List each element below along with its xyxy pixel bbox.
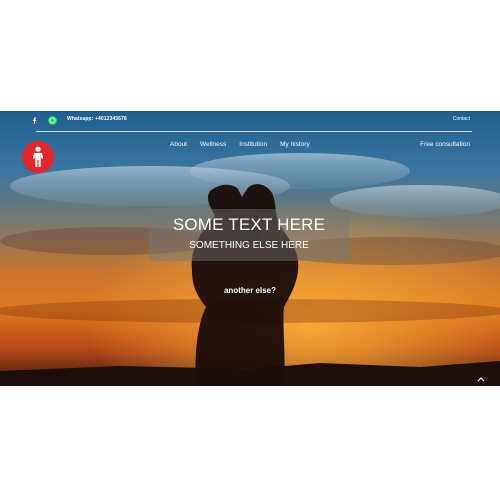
hero-section: Whatsapp: +4012345678 Contact About Well… bbox=[0, 111, 500, 386]
hero-subheadline: SOMETHING ELSE HERE bbox=[189, 240, 309, 251]
nav-about[interactable]: About bbox=[170, 141, 187, 151]
top-bar: Whatsapp: +4012345678 Contact bbox=[0, 111, 500, 133]
whatsapp-icon[interactable] bbox=[48, 116, 57, 125]
facebook-icon[interactable] bbox=[30, 116, 39, 125]
nav-wellness[interactable]: Wellness bbox=[200, 141, 226, 151]
logo[interactable] bbox=[22, 141, 54, 173]
main-nav: About Wellness Institution My history bbox=[170, 141, 323, 151]
nav-my-history[interactable]: My history bbox=[280, 141, 310, 151]
whatsapp-number[interactable]: Whatsapp: +4012345678 bbox=[67, 116, 127, 122]
nav-institution[interactable]: Institution bbox=[239, 141, 267, 151]
hero-headline: SOME TEXT HERE bbox=[172, 215, 326, 234]
header-divider bbox=[36, 131, 472, 132]
hero-cta-text[interactable]: another else? bbox=[200, 286, 300, 295]
free-consultation-link[interactable]: Free consultation bbox=[420, 141, 470, 148]
contact-link[interactable]: Contact bbox=[453, 116, 470, 122]
chevron-up-icon[interactable] bbox=[477, 375, 485, 383]
person-icon bbox=[32, 146, 44, 167]
